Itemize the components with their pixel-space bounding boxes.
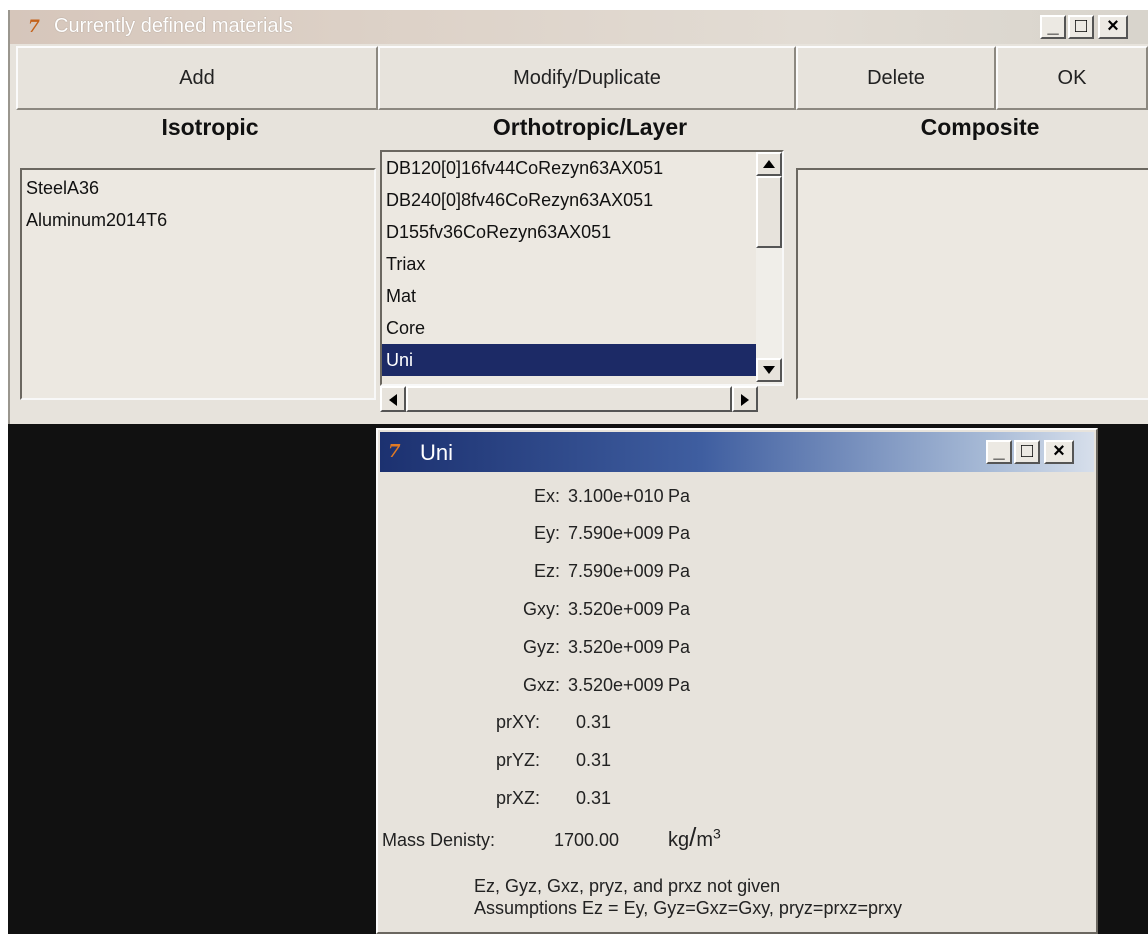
materials-window: 7 Currently defined materials _ □ × Add … — [8, 10, 1148, 424]
list-item[interactable]: SteelA36 — [22, 172, 374, 204]
gxz-label: Gxz: — [522, 675, 560, 695]
mass-density-label: Mass Denisty: — [382, 830, 496, 850]
orthotropic-list[interactable]: DB120[0]16fv44CoRezyn63AX051 DB240[0]8fv… — [380, 150, 784, 386]
assumption-note-1: Ez, Gyz, Gxz, pryz, and prxz not given — [474, 876, 781, 896]
scroll-left-button[interactable] — [380, 386, 406, 412]
ey-label: Ey: — [533, 523, 560, 543]
modify-duplicate-button[interactable]: Modify/Duplicate — [378, 46, 796, 110]
gxy-value: 3.520e+009 — [568, 599, 664, 619]
ex-unit: Pa — [668, 486, 691, 506]
ez-unit: Pa — [668, 561, 691, 581]
unit-numerator: kg — [668, 829, 690, 851]
isotropic-list[interactable]: SteelA36 Aluminum2014T6 — [20, 168, 376, 400]
list-item[interactable]: Triax — [382, 248, 758, 280]
window-title: Currently defined materials — [54, 15, 293, 37]
composite-list[interactable] — [796, 168, 1148, 400]
delete-button[interactable]: Delete — [796, 46, 996, 110]
minimize-button[interactable]: _ — [986, 440, 1012, 464]
scroll-down-button[interactable] — [756, 358, 782, 382]
arrow-down-icon — [763, 366, 775, 374]
uni-window: 7 Uni _ □ × Ex: 3.100e+010 Pa Ey: 7.590e… — [376, 428, 1098, 934]
gyz-value: 3.520e+009 — [568, 637, 664, 657]
ey-unit: Pa — [668, 523, 691, 543]
list-item[interactable]: Aluminum2014T6 — [22, 204, 374, 236]
isotropic-heading: Isotropic — [161, 114, 259, 140]
ez-value: 7.590e+009 — [568, 561, 664, 581]
unit-exponent: 3 — [713, 825, 721, 842]
ez-label: Ez: — [533, 561, 560, 581]
prxy-value: 0.31 — [576, 712, 612, 732]
ex-value: 3.100e+010 — [568, 486, 664, 506]
mass-density-value: 1700.00 — [554, 830, 620, 850]
scroll-right-button[interactable] — [732, 386, 758, 412]
unit-denominator: m — [696, 829, 714, 851]
materials-titlebar[interactable]: 7 Currently defined materials _ □ × — [10, 10, 1148, 44]
maximize-button[interactable]: □ — [1068, 15, 1094, 39]
gyz-label: Gyz: — [522, 637, 560, 657]
add-button[interactable]: Add — [16, 46, 378, 110]
gxz-value: 3.520e+009 — [568, 675, 664, 695]
arrow-right-icon — [741, 394, 749, 406]
uni-window-title: Uni — [420, 440, 454, 465]
assumption-note-2: Assumptions Ez = Ey, Gyz=Gxz=Gxy, pryz=p… — [474, 898, 902, 918]
app-logo-icon: 7 — [28, 17, 40, 37]
uni-titlebar[interactable]: 7 Uni _ □ × — [380, 432, 1094, 472]
gxz-unit: Pa — [668, 675, 691, 695]
vertical-scrollbar[interactable] — [756, 152, 782, 384]
close-button[interactable]: × — [1044, 440, 1074, 464]
ok-button[interactable]: OK — [996, 46, 1148, 110]
maximize-button[interactable]: □ — [1014, 440, 1040, 464]
gxy-label: Gxy: — [522, 599, 560, 619]
action-toolbar: Add Modify/Duplicate Delete OK — [16, 46, 1148, 110]
list-item-selected[interactable]: Uni — [382, 344, 758, 376]
ey-value: 7.590e+009 — [568, 523, 664, 543]
list-item[interactable]: Core — [382, 312, 758, 344]
list-item[interactable]: D155fv36CoRezyn63AX051 — [382, 216, 758, 248]
orthotropic-heading: Orthotropic/Layer — [492, 114, 688, 140]
mass-density-unit: kg/m3 — [668, 822, 721, 852]
arrow-up-icon — [763, 160, 775, 168]
gxy-unit: Pa — [668, 599, 691, 619]
scroll-thumb[interactable] — [756, 176, 782, 248]
prxy-label: prXY: — [495, 712, 540, 732]
prxz-value: 0.31 — [576, 788, 612, 808]
scroll-up-button[interactable] — [756, 152, 782, 176]
ex-label: Ex: — [533, 486, 560, 506]
pryz-value: 0.31 — [576, 750, 612, 770]
arrow-left-icon — [389, 394, 397, 406]
list-item[interactable]: DB120[0]16fv44CoRezyn63AX051 — [382, 152, 758, 184]
horizontal-scrollbar[interactable] — [380, 386, 758, 412]
app-logo-icon: 7 — [388, 441, 401, 462]
pryz-label: prYZ: — [495, 750, 540, 770]
list-item[interactable]: DB240[0]8fv46CoRezyn63AX051 — [382, 184, 758, 216]
prxz-label: prXZ: — [495, 788, 540, 808]
close-button[interactable]: × — [1098, 15, 1128, 39]
gyz-unit: Pa — [668, 637, 691, 657]
scroll-thumb-horizontal[interactable] — [406, 386, 732, 412]
list-item[interactable]: Mat — [382, 280, 758, 312]
composite-heading: Composite — [920, 114, 1040, 140]
minimize-button[interactable]: _ — [1040, 15, 1066, 39]
